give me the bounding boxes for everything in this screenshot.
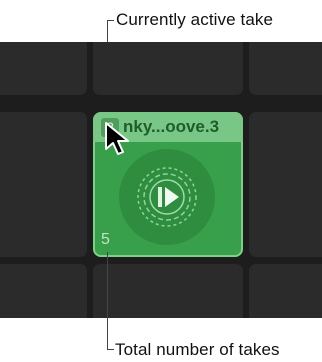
total-takes-count: 5 [101, 231, 110, 248]
grid-cell[interactable] [0, 112, 87, 257]
grid-cell[interactable] [93, 42, 243, 95]
callout-active-take-tick [107, 20, 114, 21]
grid-cell[interactable] [249, 42, 322, 95]
callout-active-take-label: Currently active take [116, 10, 274, 29]
callout-total-takes-tick [107, 349, 114, 350]
grid-cell[interactable] [0, 264, 87, 318]
play-icon [137, 167, 197, 227]
pointer-cursor-icon [105, 122, 129, 155]
grid-cell[interactable] [249, 264, 322, 318]
region-name: nky...oove.3 [123, 117, 220, 136]
grid-cell[interactable] [0, 42, 87, 95]
cell-play-disc[interactable] [119, 149, 215, 245]
callout-total-takes-label: Total number of takes [115, 340, 280, 359]
grid-cell[interactable] [93, 264, 243, 318]
callout-total-takes-line [107, 252, 108, 350]
grid-cell[interactable] [249, 112, 322, 257]
